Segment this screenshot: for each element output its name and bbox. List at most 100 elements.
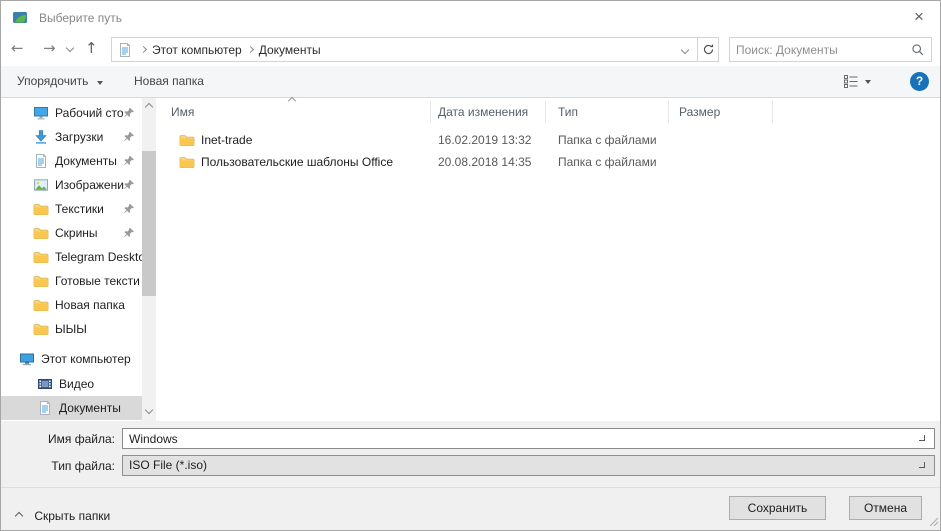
filename-input[interactable] [122, 428, 935, 449]
save-dialog-window: Выберите путь × ← → ↑ Этот компьютер Док… [0, 0, 941, 531]
filetype-dropdown-chevron-icon [919, 462, 925, 468]
breadcrumb-this-pc[interactable]: Этот компьютер [146, 43, 248, 57]
folder-icon [33, 204, 49, 216]
pin-icon [124, 228, 134, 238]
filetype-label: Тип файла: [51, 459, 115, 473]
close-button[interactable]: × [904, 5, 934, 29]
sidebar-scrollbar[interactable] [142, 98, 156, 421]
folder-icon [33, 324, 49, 336]
footer-panel: Имя файла: Тип файла: ISO File (*.iso) С… [1, 421, 940, 530]
search-icon[interactable] [911, 43, 925, 57]
address-bar[interactable]: Этот компьютер Документы [111, 37, 698, 62]
resize-grip[interactable] [929, 517, 939, 527]
sidebar-item-this-pc[interactable]: Этот компьютер [1, 347, 142, 371]
sidebar-item-label: Загрузки [55, 130, 104, 144]
column-header-size[interactable]: Размер [669, 101, 773, 123]
file-type: Папка с файлами [558, 133, 657, 147]
sidebar-item-label: Документы [55, 154, 117, 168]
sidebar-item-label: Текстики [55, 202, 104, 216]
recent-locations-chevron-icon[interactable] [65, 43, 75, 53]
file-name: Пользовательские шаблоны Office [201, 155, 393, 169]
pin-icon [124, 108, 134, 118]
main-area: Рабочий сто Загрузки Документы Изображен… [1, 96, 940, 421]
sidebar-item-documents-selected[interactable]: Документы [1, 396, 142, 420]
pin-icon [124, 132, 134, 142]
command-toolbar: Упорядочить Новая папка ? [1, 66, 940, 98]
desktop-icon [34, 107, 48, 120]
sidebar-item-gotovye-teksty[interactable]: Готовые тексти [1, 269, 142, 293]
sidebar-item-label: ЫЫЫ [55, 322, 87, 336]
scroll-up-icon[interactable] [144, 102, 154, 112]
sidebar-item-label: Скрины [55, 226, 98, 240]
sidebar-item-pictures[interactable]: Изображени [1, 173, 142, 197]
view-dropdown-triangle-icon [865, 79, 871, 84]
file-name: Inet-trade [201, 133, 253, 147]
scroll-down-icon[interactable] [144, 405, 154, 415]
column-header-date[interactable]: Дата изменения [431, 101, 546, 123]
sidebar-item-label: Telegram Deskto [55, 250, 142, 264]
footer-divider [1, 487, 940, 488]
sidebar-item-label: Этот компьютер [41, 352, 131, 366]
search-box[interactable] [729, 37, 932, 62]
organize-dropdown-triangle-icon [96, 81, 103, 85]
address-dropdown-chevron-icon[interactable] [680, 45, 690, 54]
sidebar-item-desktop[interactable]: Рабочий сто [1, 101, 142, 125]
hide-folders-button[interactable]: Скрыть папки [11, 504, 110, 528]
sidebar-item-skriny[interactable]: Скрины [1, 221, 142, 245]
sidebar-item-telegram-desktop[interactable]: Telegram Deskto [1, 245, 142, 269]
cancel-button[interactable]: Отмена [849, 496, 922, 520]
filetype-select[interactable]: ISO File (*.iso) [122, 455, 935, 476]
pin-icon [124, 204, 134, 214]
title-bar: Выберите путь × [1, 1, 940, 33]
forward-button[interactable]: → [43, 39, 56, 57]
document-icon [40, 401, 50, 415]
sidebar-item-label: Рабочий сто [55, 106, 124, 120]
computer-icon [20, 353, 34, 366]
file-list: Имя Дата изменения Тип Размер Inet-trade… [156, 96, 940, 421]
navigation-bar: ← → ↑ Этот компьютер Документы [1, 33, 940, 66]
hide-folders-label: Скрыть папки [34, 509, 111, 523]
file-row-inet-trade[interactable]: Inet-trade 16.02.2019 13:32 Папка с файл… [156, 129, 940, 151]
file-type: Папка с файлами [558, 155, 657, 169]
organize-button[interactable]: Упорядочить [9, 66, 111, 97]
search-input[interactable] [736, 42, 911, 57]
refresh-button[interactable] [697, 37, 719, 62]
document-icon [36, 154, 46, 168]
new-folder-button[interactable]: Новая папка [126, 66, 212, 97]
pin-icon [124, 180, 134, 190]
sidebar-item-downloads[interactable]: Загрузки [1, 125, 142, 149]
sidebar-item-videos[interactable]: Видео [1, 372, 142, 396]
sidebar-item-documents[interactable]: Документы [1, 149, 142, 173]
sidebar-item-tekstiki[interactable]: Текстики [1, 197, 142, 221]
column-header-type[interactable]: Тип [546, 101, 669, 123]
app-icon [13, 12, 27, 23]
up-button[interactable]: ↑ [85, 39, 98, 57]
folder-icon [33, 228, 49, 240]
column-header-name[interactable]: Имя [156, 101, 431, 123]
change-view-button[interactable] [844, 75, 871, 88]
file-date: 20.08.2018 14:35 [438, 155, 532, 169]
file-date: 16.02.2019 13:32 [438, 133, 532, 147]
folder-icon [33, 276, 49, 288]
chevron-up-icon [14, 511, 24, 521]
folder-icon [179, 135, 195, 147]
details-view-icon [844, 75, 858, 88]
pin-icon [124, 156, 134, 166]
new-folder-label: Новая папка [134, 74, 204, 88]
sidebar-item-novaya-papka[interactable]: Новая папка [1, 293, 142, 317]
sidebar-item-label: Изображени [55, 178, 124, 192]
save-button[interactable]: Сохранить [729, 496, 826, 520]
scrollbar-thumb[interactable] [142, 151, 156, 296]
videos-icon [38, 379, 52, 389]
sidebar-item-yyy[interactable]: ЫЫЫ [1, 317, 142, 341]
organize-label: Упорядочить [17, 74, 89, 88]
folder-icon [33, 300, 49, 312]
filename-label: Имя файла: [48, 432, 115, 446]
breadcrumb-documents[interactable]: Документы [253, 43, 327, 57]
folder-icon [179, 157, 195, 169]
file-row-office-templates[interactable]: Пользовательские шаблоны Office 20.08.20… [156, 151, 940, 173]
sidebar-item-label: Готовые тексти [55, 274, 140, 288]
back-button[interactable]: ← [11, 39, 24, 57]
sidebar-item-label: Документы [59, 401, 121, 415]
help-button[interactable]: ? [910, 72, 929, 91]
